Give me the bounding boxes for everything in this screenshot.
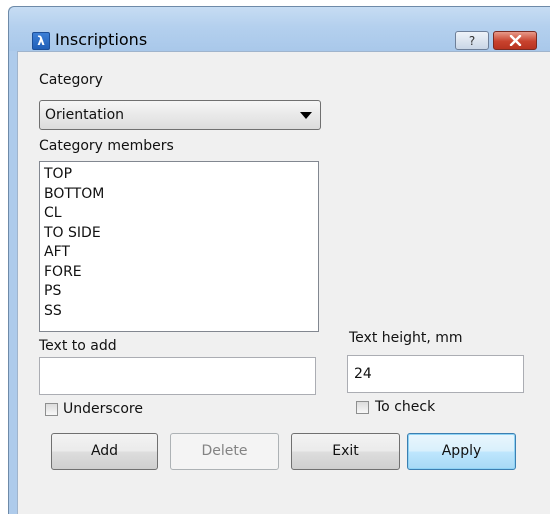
text-to-add-input[interactable] xyxy=(39,357,316,395)
window-title: Inscriptions xyxy=(55,30,148,49)
exit-button[interactable]: Exit xyxy=(291,433,400,470)
app-icon: λ xyxy=(32,32,50,50)
list-item[interactable]: SS xyxy=(44,302,318,322)
underscore-checkbox[interactable] xyxy=(45,403,58,416)
close-button[interactable] xyxy=(493,31,537,50)
delete-button[interactable]: Delete xyxy=(170,433,279,470)
category-members-list[interactable]: TOP BOTTOM CL TO SIDE AFT FORE PS SS xyxy=(39,161,319,332)
apply-button[interactable]: Apply xyxy=(407,433,516,470)
underscore-label[interactable]: Underscore xyxy=(63,401,143,417)
add-button[interactable]: Add xyxy=(51,433,158,470)
to-check-label[interactable]: To check xyxy=(375,399,435,415)
text-height-label: Text height, mm xyxy=(349,330,463,346)
list-item[interactable]: TO SIDE xyxy=(44,224,318,244)
title-bar[interactable]: λ Inscriptions ? xyxy=(9,7,550,51)
category-dropdown[interactable]: Orientation xyxy=(39,100,321,130)
close-icon xyxy=(509,35,522,46)
list-item[interactable]: AFT xyxy=(44,243,318,263)
help-button[interactable]: ? xyxy=(455,31,489,50)
list-item[interactable]: CL xyxy=(44,204,318,224)
list-item[interactable]: TOP xyxy=(44,165,318,185)
dropdown-arrow-icon xyxy=(300,112,312,119)
list-item[interactable]: BOTTOM xyxy=(44,185,318,205)
help-icon: ? xyxy=(468,34,476,48)
category-selected-value: Orientation xyxy=(45,107,125,123)
to-check-checkbox[interactable] xyxy=(356,401,369,414)
text-to-add-label: Text to add xyxy=(39,338,117,354)
text-height-input[interactable]: 24 xyxy=(347,355,524,393)
category-members-label: Category members xyxy=(39,138,174,154)
list-item[interactable]: FORE xyxy=(44,263,318,283)
list-item[interactable]: PS xyxy=(44,282,318,302)
category-label: Category xyxy=(39,72,103,88)
